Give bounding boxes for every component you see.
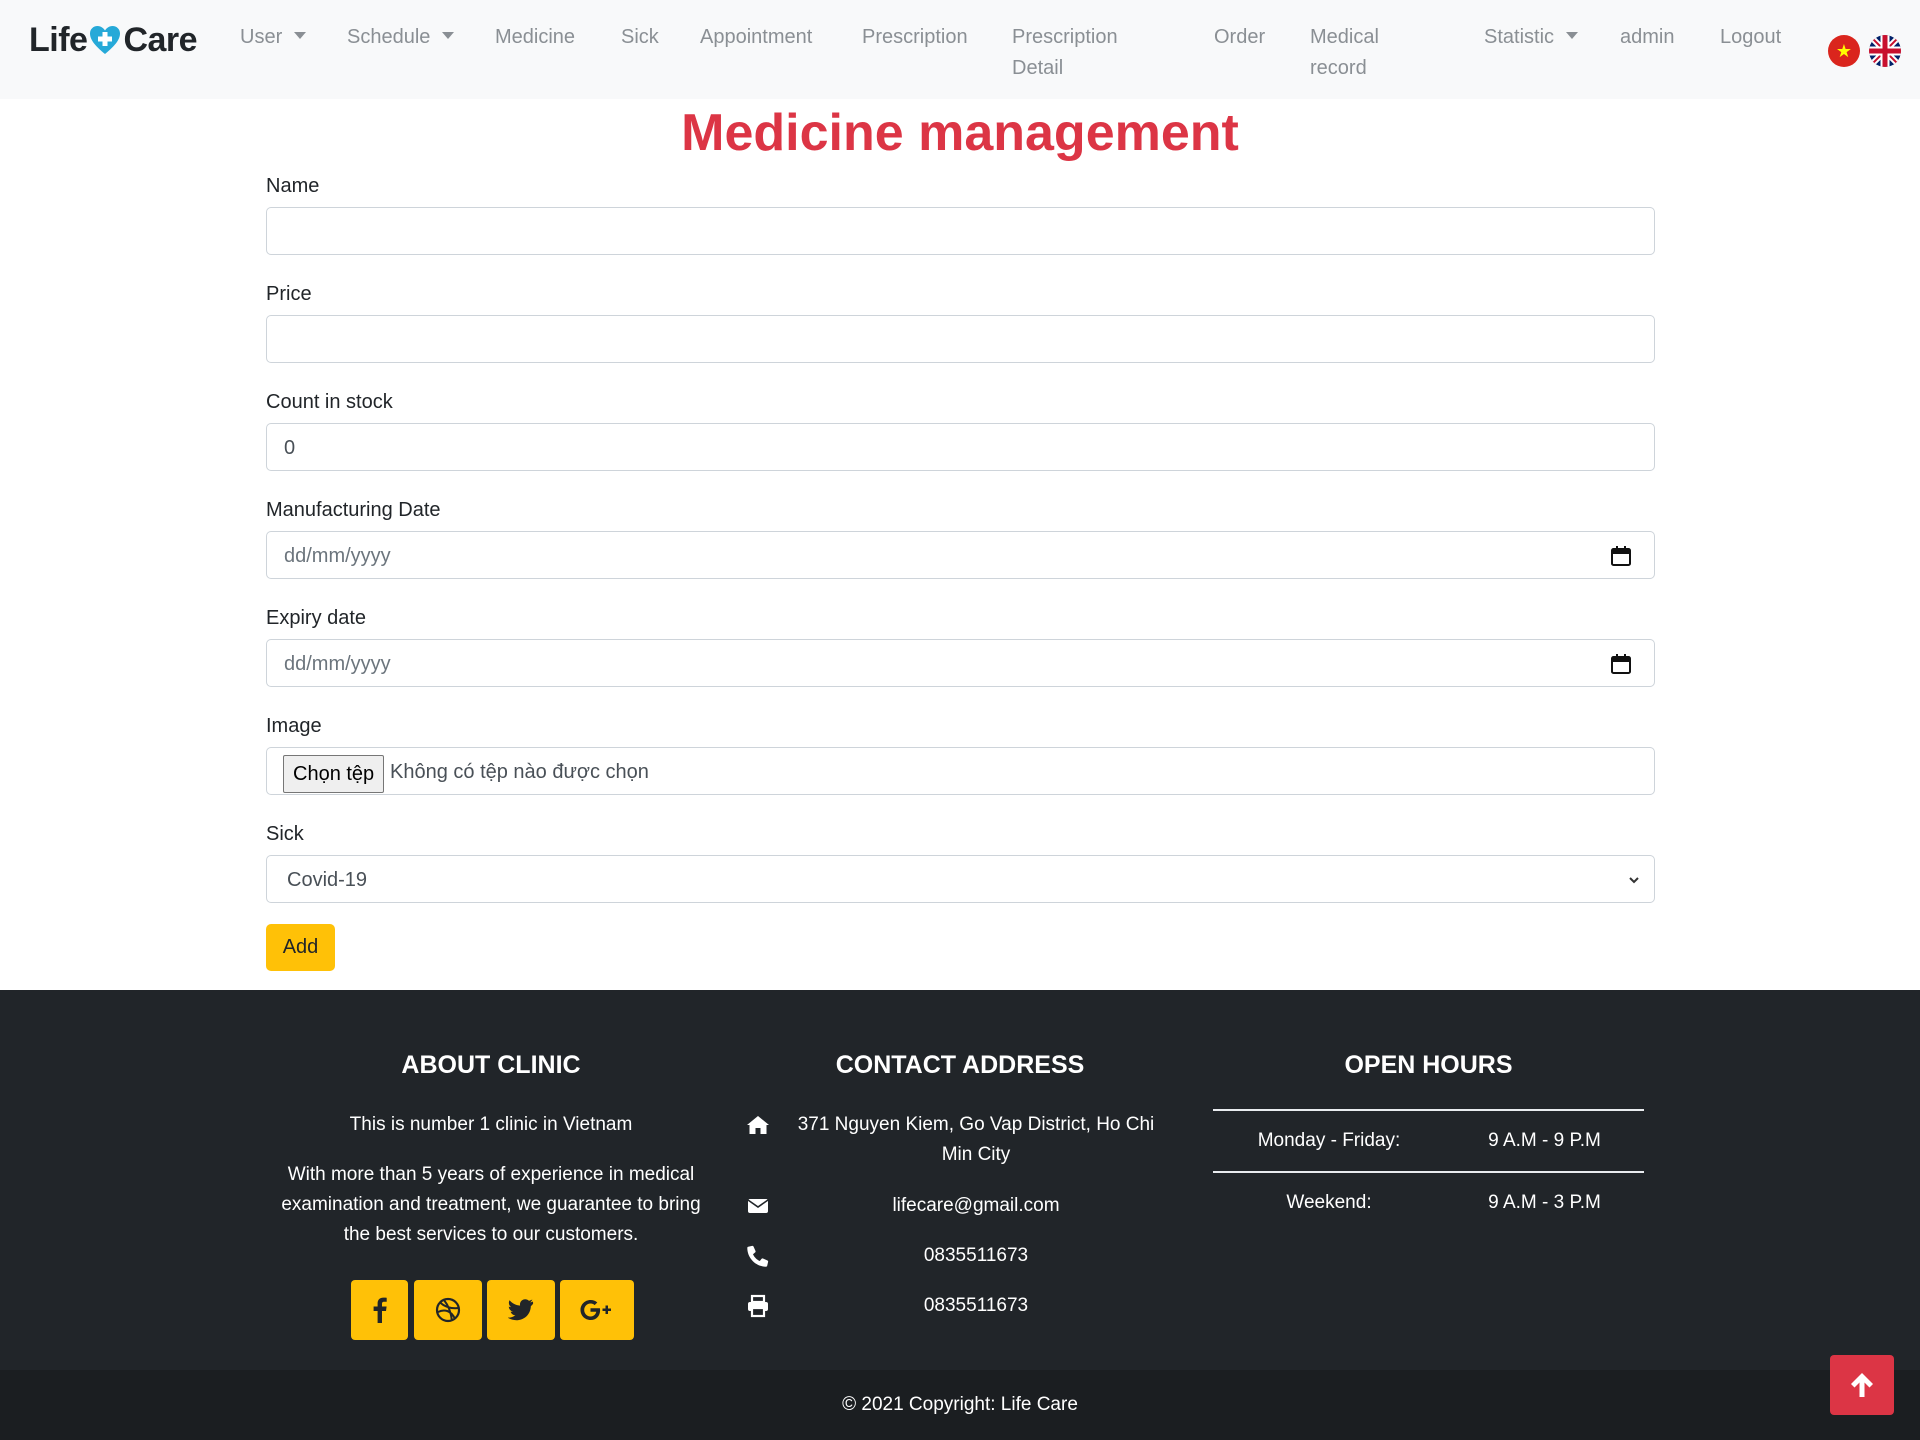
google-plus-icon	[580, 1300, 611, 1320]
expiry-date-input[interactable]: dd/mm/yyyy	[266, 639, 1655, 687]
contact-email[interactable]: lifecare@gmail.com	[786, 1191, 1166, 1221]
heart-plus-icon	[90, 26, 121, 54]
copyright-text: © 2021 Copyright: Life Care	[842, 1394, 1078, 1415]
brand-right: Care	[123, 20, 198, 59]
facebook-icon	[373, 1297, 387, 1323]
medicine-form: Name Price Count in stock 0 Manufacturin…	[266, 172, 1655, 971]
twitter-icon	[508, 1299, 534, 1321]
about-line2: With more than 5 years of experience in …	[281, 1164, 701, 1245]
contact-phone[interactable]: 0835511673	[786, 1241, 1166, 1271]
stock-input[interactable]: 0	[266, 423, 1655, 471]
nav-prescription[interactable]: Prescription	[862, 22, 968, 53]
nav-statistic-dropdown[interactable]: Statistic	[1484, 22, 1579, 53]
manufacturing-date-label: Manufacturing Date	[266, 499, 441, 521]
chevron-down-icon	[1629, 877, 1639, 884]
nav-prescription-detail[interactable]: Prescription Detail	[1012, 22, 1132, 84]
nav-schedule-dropdown[interactable]: Schedule	[347, 22, 455, 53]
brand-logo[interactable]: Life Care	[29, 18, 198, 62]
brand-left: Life	[29, 20, 88, 59]
nav-admin[interactable]: admin	[1620, 22, 1674, 53]
navbar: Life Care User Schedule Medicine Sick Ap…	[0, 0, 1920, 99]
contact-title: CONTACT ADDRESS	[835, 1051, 1085, 1079]
add-button[interactable]: Add	[266, 924, 335, 971]
price-input[interactable]	[266, 315, 1655, 363]
price-label: Price	[266, 283, 312, 305]
image-label: Image	[266, 715, 322, 737]
nav-schedule-label: Schedule	[347, 26, 431, 48]
manufacturing-date-placeholder: dd/mm/yyyy	[284, 545, 391, 567]
page-title: Medicine management	[681, 104, 1239, 162]
nav-user-dropdown[interactable]: User	[240, 22, 307, 53]
phone-icon	[747, 1245, 769, 1267]
back-to-top-button[interactable]	[1830, 1355, 1894, 1415]
vietnam-flag-icon[interactable]: ★	[1828, 35, 1860, 67]
caret-down-icon	[1566, 32, 1579, 39]
hours-weekend-value: 9 A.M - 3 P.M	[1488, 1192, 1601, 1213]
sick-select[interactable]: Covid-19	[266, 855, 1655, 903]
stock-label: Count in stock	[266, 391, 393, 413]
facebook-button[interactable]	[351, 1280, 408, 1340]
hours-weekend-label: Weekend:	[1286, 1192, 1372, 1213]
dribbble-icon	[435, 1297, 461, 1323]
sick-label: Sick	[266, 823, 304, 845]
nav-medical-record[interactable]: Medical record	[1310, 22, 1400, 84]
contact-fax: 0835511673	[923, 1295, 1029, 1316]
about-title: ABOUT CLINIC	[401, 1051, 581, 1079]
nav-user-label: User	[240, 26, 283, 48]
sick-selected: Covid-19	[287, 869, 368, 891]
google-plus-button[interactable]	[560, 1280, 634, 1340]
name-label: Name	[266, 175, 320, 197]
home-icon	[747, 1116, 769, 1134]
nav-order[interactable]: Order	[1214, 22, 1265, 53]
nav-sick[interactable]: Sick	[621, 22, 659, 53]
calendar-icon[interactable]	[1610, 545, 1632, 567]
name-input[interactable]	[266, 207, 1655, 255]
print-icon	[748, 1294, 768, 1318]
expiry-date-placeholder: dd/mm/yyyy	[284, 653, 391, 675]
copyright-bar: © 2021 Copyright: Life Care	[0, 1370, 1920, 1440]
hours-weekday-value: 9 A.M - 9 P.M	[1488, 1130, 1601, 1151]
nav-statistic-label: Statistic	[1484, 26, 1555, 48]
arrow-up-icon	[1851, 1373, 1873, 1397]
stock-value: 0	[284, 437, 296, 459]
calendar-icon[interactable]	[1610, 653, 1632, 675]
expiry-date-label: Expiry date	[266, 607, 367, 629]
choose-file-button[interactable]: Chọn tệp	[283, 755, 385, 793]
caret-down-icon	[442, 32, 455, 39]
nav-medicine[interactable]: Medicine	[495, 22, 575, 53]
hours-divider-top	[1213, 1109, 1644, 1111]
nav-logout[interactable]: Logout	[1720, 22, 1781, 53]
contact-address: 371 Nguyen Kiem, Go Vap District, Ho Chi…	[797, 1114, 1155, 1165]
uk-flag-icon[interactable]	[1869, 35, 1901, 67]
manufacturing-date-input[interactable]: dd/mm/yyyy	[266, 531, 1655, 579]
hours-weekday-label: Monday - Friday:	[1257, 1130, 1401, 1151]
twitter-button[interactable]	[487, 1280, 555, 1340]
image-file-input[interactable]: Chọn tệp Không có tệp nào được chọn	[266, 747, 1655, 795]
envelope-icon	[747, 1199, 769, 1213]
file-status: Không có tệp nào được chọn	[390, 761, 649, 783]
dribbble-button[interactable]	[414, 1280, 482, 1340]
hours-divider-middle	[1213, 1171, 1644, 1173]
nav-appointment[interactable]: Appointment	[700, 22, 812, 53]
about-line1: This is number 1 clinic in Vietnam	[349, 1114, 633, 1135]
hours-title: OPEN HOURS	[1344, 1051, 1513, 1079]
caret-down-icon	[294, 32, 307, 39]
